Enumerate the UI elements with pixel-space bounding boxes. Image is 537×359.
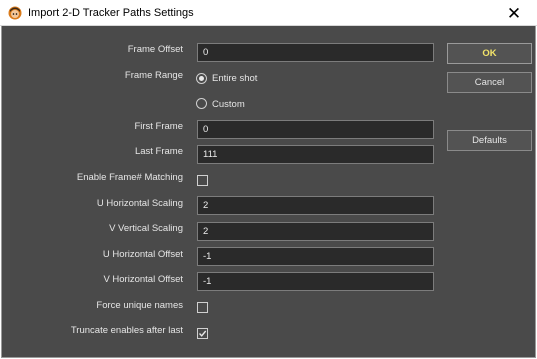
first-frame-field[interactable]: 0 xyxy=(197,120,434,139)
u-horizontal-scaling-label: U Horizontal Scaling xyxy=(96,198,183,209)
title-bar: Import 2-D Tracker Paths Settings ✕ xyxy=(0,0,537,26)
frame-offset-label: Frame Offset xyxy=(127,44,183,55)
ok-button[interactable]: OK xyxy=(447,43,532,64)
radio-entire-shot[interactable] xyxy=(196,73,207,84)
force-unique-names-checkbox[interactable] xyxy=(197,302,208,313)
u-horizontal-offset-field[interactable]: -1 xyxy=(197,247,434,266)
frame-offset-field[interactable]: 0 xyxy=(197,43,434,62)
radio-custom[interactable] xyxy=(196,98,207,109)
truncate-enables-label: Truncate enables after last xyxy=(70,325,183,336)
defaults-button[interactable]: Defaults xyxy=(447,130,532,151)
close-icon: ✕ xyxy=(506,3,522,23)
dialog-body: Frame Offset 0 Frame Range Entire shot C… xyxy=(1,26,536,358)
v-horizontal-offset-label: V Horizontal Offset xyxy=(103,274,183,285)
close-button[interactable]: ✕ xyxy=(491,0,537,26)
radio-entire-shot-label: Entire shot xyxy=(212,73,258,84)
window-title: Import 2-D Tracker Paths Settings xyxy=(28,7,194,19)
last-frame-field[interactable]: 111 xyxy=(197,145,434,164)
last-frame-label: Last Frame xyxy=(134,146,183,157)
u-horizontal-offset-label: U Horizontal Offset xyxy=(102,249,183,260)
checkmark-icon xyxy=(198,330,207,337)
force-unique-names-label: Force unique names xyxy=(96,300,183,311)
cancel-button[interactable]: Cancel xyxy=(447,72,532,93)
enable-frame-matching-checkbox[interactable] xyxy=(197,175,208,186)
app-icon xyxy=(8,6,22,20)
v-vertical-scaling-label: V Vertical Scaling xyxy=(109,223,183,234)
radio-custom-label: Custom xyxy=(212,99,245,110)
enable-frame-matching-label: Enable Frame# Matching xyxy=(76,172,183,183)
v-vertical-scaling-field[interactable]: 2 xyxy=(197,222,434,241)
v-horizontal-offset-field[interactable]: -1 xyxy=(197,272,434,291)
first-frame-label: First Frame xyxy=(134,121,183,132)
frame-range-label: Frame Range xyxy=(124,70,183,81)
u-horizontal-scaling-field[interactable]: 2 xyxy=(197,196,434,215)
truncate-enables-checkbox[interactable] xyxy=(197,328,208,339)
